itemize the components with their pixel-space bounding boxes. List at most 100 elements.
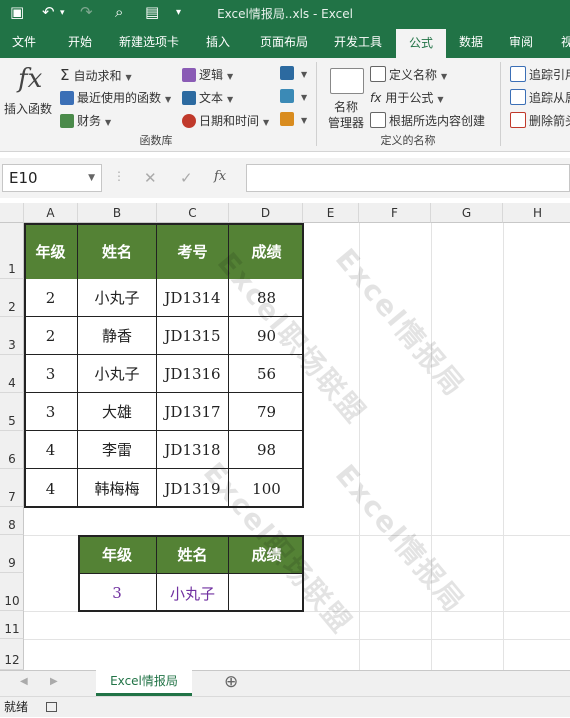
table2-header-grade[interactable]: 年级 [78,535,157,573]
table-cell[interactable]: JD1317 [157,393,229,431]
table-cell[interactable]: 2 [24,279,78,317]
insert-function-button[interactable]: 插入函数 [4,100,52,117]
remove-arrows-button[interactable]: 删除箭头 [510,112,570,129]
col-header-f[interactable]: F [359,203,431,223]
table-cell[interactable]: 3 [24,355,78,393]
name-manager-label-2[interactable]: 管理器 [328,114,364,131]
col-header-d[interactable]: D [229,203,303,223]
tab-review[interactable]: 审阅 [500,26,542,58]
create-from-selection-button[interactable]: 根据所选内容创建 [370,112,485,129]
col-header-c[interactable]: C [157,203,229,223]
tab-data[interactable]: 数据 [450,26,492,58]
chevron-down-icon: ▼ [441,72,448,81]
col-header-a[interactable]: A [24,203,78,223]
table-cell[interactable]: JD1315 [157,317,229,355]
chevron-down-icon: ▼ [165,95,172,104]
table-cell[interactable]: 79 [229,393,304,431]
table-cell[interactable]: 3 [24,393,78,431]
row-header[interactable]: 10 [0,573,24,611]
table-cell[interactable]: 98 [229,431,304,469]
enter-icon[interactable]: ✓ [180,169,193,187]
sheet-tab[interactable]: Excel情报局 [96,670,192,696]
name-manager-label-1[interactable]: 名称 [334,98,358,115]
row-header[interactable]: 7 [0,469,24,507]
table2-header-name[interactable]: 姓名 [157,535,229,573]
table-cell[interactable]: 小丸子 [78,355,157,393]
tab-view[interactable]: 视 [552,26,570,58]
use-in-formula-button[interactable]: fx 用于公式 ▼ [370,89,444,106]
table1-header-grade[interactable]: 年级 [24,223,78,279]
formula-bar: E10 ▼ ⋮ ✕ ✓ fx [0,158,570,198]
trace-dependents-button[interactable]: 追踪从属 [510,89,570,106]
define-name-button[interactable]: 定义名称 ▼ [370,66,447,83]
macro-record-icon[interactable] [46,702,57,712]
table-cell[interactable]: JD1316 [157,355,229,393]
star-icon [60,91,74,105]
financial-button[interactable]: 财务 ▼ [60,112,111,129]
tab-insert[interactable]: 插入 [196,26,240,58]
table-cell[interactable]: JD1314 [157,279,229,317]
recent-functions-button[interactable]: 最近使用的函数 ▼ [60,89,171,106]
row-header[interactable]: 4 [0,355,24,393]
function-library-label: 函数库 [139,134,173,147]
chevron-down-icon: ▼ [105,118,112,127]
col-header-e[interactable]: E [303,203,359,223]
tab-page-layout[interactable]: 页面布局 [248,26,320,58]
tab-home[interactable]: 开始 [54,26,106,58]
table-cell[interactable]: 2 [24,317,78,355]
table2-name-cell[interactable]: 小丸子 [157,573,229,612]
table-cell[interactable]: 小丸子 [78,279,157,317]
worksheet-grid[interactable]: A B C D E F G H 1 2 3 4 5 6 7 8 9 10 11 … [0,203,570,670]
table-cell[interactable]: 4 [24,469,78,508]
datetime-button[interactable]: 日期和时间 ▼ [182,112,269,129]
row-header[interactable]: 11 [0,611,24,639]
select-all-corner[interactable] [0,203,24,223]
formula-input[interactable] [246,164,570,192]
table-cell[interactable]: 4 [24,431,78,469]
autosum-button[interactable]: Σ 自动求和 ▼ [60,66,132,84]
sheet-tab-bar: ◀ ▶ Excel情报局 ⊕ [0,670,570,696]
cancel-icon[interactable]: ✕ [144,169,157,187]
table-cell[interactable]: 大雄 [78,393,157,431]
row-header[interactable]: 1 [0,223,24,279]
table2-grade-cell[interactable]: 3 [78,573,157,612]
col-header-b[interactable]: B [78,203,157,223]
insert-function-icon[interactable]: fx [18,64,42,94]
math-button[interactable]: ▼ [280,89,307,103]
chevron-down-icon: ▼ [437,95,444,104]
tab-new[interactable]: 新建选项卡 [110,26,188,58]
math-icon [280,89,294,103]
scroll-left-icon[interactable]: ◀ [20,676,28,687]
scroll-right-icon[interactable]: ▶ [50,676,58,687]
table-cell[interactable]: 韩梅梅 [78,469,157,508]
row-header[interactable]: 3 [0,317,24,355]
row-header[interactable]: 5 [0,393,24,431]
table-cell[interactable]: 静香 [78,317,157,355]
tab-file[interactable]: 文件 [0,26,48,58]
text-icon [182,91,196,105]
row-header[interactable]: 12 [0,639,24,670]
more-functions-button[interactable]: ▼ [280,112,307,126]
table1-header-name[interactable]: 姓名 [78,223,157,279]
defined-names-label: 定义的名称 [380,134,436,147]
tab-developer[interactable]: 开发工具 [326,26,390,58]
logical-button[interactable]: 逻辑 ▼ [182,66,233,83]
name-box[interactable]: E10 ▼ [2,164,102,192]
add-sheet-icon[interactable]: ⊕ [224,672,238,692]
row-header[interactable]: 9 [0,535,24,573]
row-header[interactable]: 2 [0,279,24,317]
table-cell[interactable]: 李雷 [78,431,157,469]
text-button[interactable]: 文本 ▼ [182,89,233,106]
row-header[interactable]: 6 [0,431,24,469]
tab-formulas[interactable]: 公式 [396,29,446,58]
col-header-g[interactable]: G [431,203,503,223]
more-icon [280,112,294,126]
row-header[interactable]: 8 [0,507,24,535]
chevron-down-icon: ▼ [301,70,308,79]
trace-precedents-button[interactable]: 追踪引用 [510,66,570,83]
gridline [24,639,570,640]
lookup-button[interactable]: ▼ [280,66,307,80]
col-header-h[interactable]: H [503,203,570,223]
insert-function-icon[interactable]: fx [214,169,226,184]
table-icon [370,112,386,128]
